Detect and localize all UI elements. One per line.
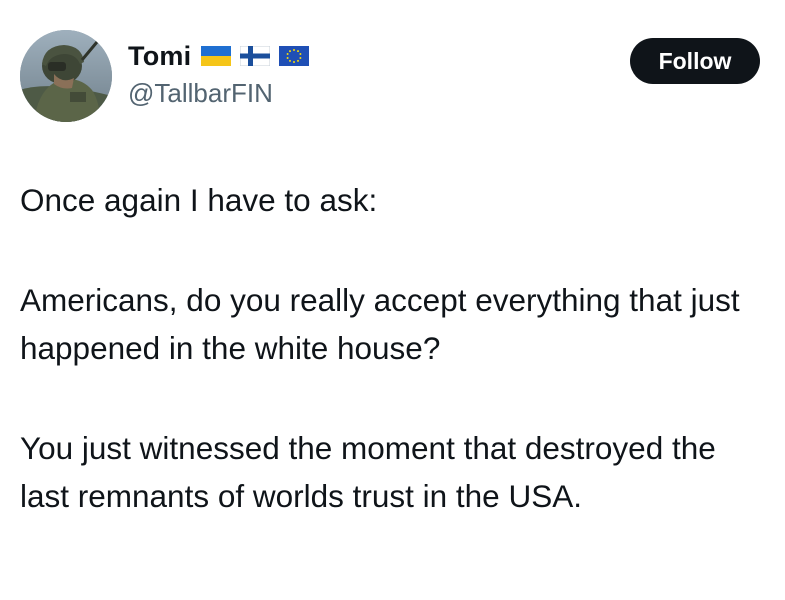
display-name[interactable]: Tomi [128,41,191,72]
tweet-paragraph: Americans, do you really accept everythi… [20,282,740,366]
avatar[interactable] [20,30,112,122]
user-info: Tomi @TallbarFIN [128,38,318,109]
tweet-paragraph: Once again I have to ask: [20,182,378,218]
tweet-header: Tomi @TallbarFIN Follow [20,30,760,126]
soldier-avatar-icon [20,30,112,122]
finland-flag-icon [240,46,271,66]
eu-flag-icon [279,46,310,66]
follow-button[interactable]: Follow [630,38,760,84]
flag-emojis [201,46,318,66]
ukraine-flag-icon [201,46,232,66]
user-handle[interactable]: @TallbarFIN [128,78,318,109]
name-row: Tomi [128,38,318,74]
tweet-paragraph: You just witnessed the moment that destr… [20,430,716,514]
tweet-text: Once again I have to ask: Americans, do … [20,176,765,572]
